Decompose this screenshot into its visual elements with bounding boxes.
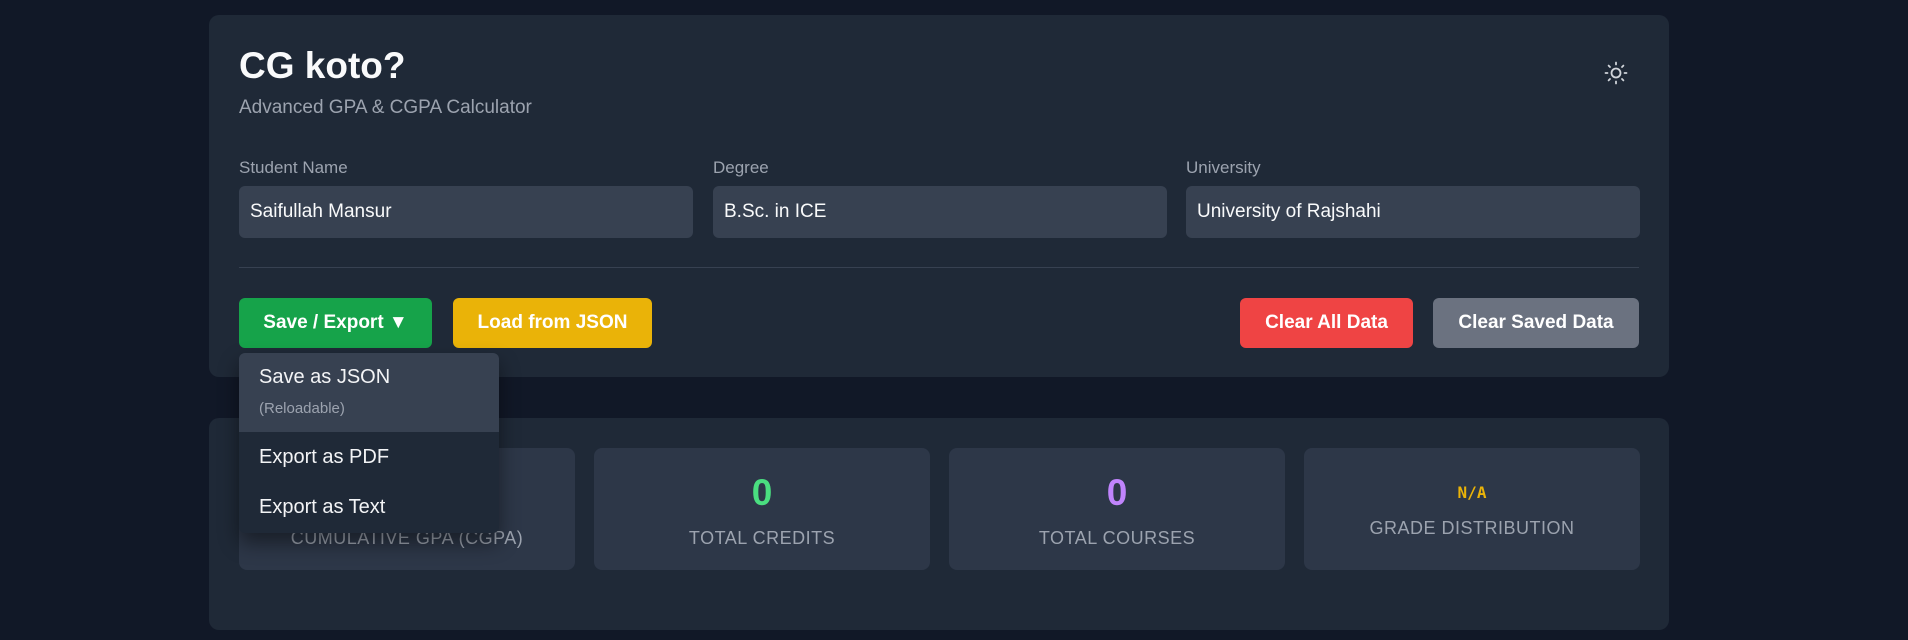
total-courses-label: Total Courses [1038,528,1196,548]
total-credits-label: Total Credits [688,528,836,548]
save-json-label: Save as JSON [259,366,391,388]
total-credits-card: 0 Total Credits [594,448,930,570]
save-export-button[interactable]: Save / Export ▼ [239,298,432,348]
degree-input[interactable] [713,186,1167,238]
student-name-label: Student Name [239,158,348,177]
load-json-button[interactable]: Load from JSON [453,298,652,348]
university-input[interactable] [1186,186,1640,238]
university-field: University [1186,158,1640,238]
degree-field: Degree [713,158,1167,238]
total-credits-value: 0 [751,472,773,513]
page-title: CG koto? [239,45,406,86]
student-name-field: Student Name [239,158,693,238]
save-json-hint: (Reloadable) [259,400,345,417]
export-pdf-label: Export as PDF [259,446,390,468]
save-export-menu: Save as JSON (Reloadable) Export as PDF … [239,353,499,533]
total-courses-value: 0 [1106,472,1128,513]
page-subtitle: Advanced GPA & CGPA Calculator [239,97,532,118]
export-text-label: Export as Text [259,496,386,518]
header-panel: CG koto? Advanced GPA & CGPA Calculator … [209,15,1669,377]
sun-icon [1604,61,1628,85]
total-courses-card: 0 Total Courses [949,448,1285,570]
clear-saved-data-button[interactable]: Clear Saved Data [1433,298,1639,348]
student-name-input[interactable] [239,186,693,238]
grade-distribution-label: Grade Distribution [1369,518,1575,538]
grade-distribution-card: N/A Grade Distribution [1304,448,1640,570]
theme-toggle-button[interactable] [1596,53,1636,93]
clear-all-data-button[interactable]: Clear All Data [1240,298,1413,348]
grade-distribution-value: N/A [1457,483,1487,502]
degree-label: Degree [713,158,769,177]
menu-item-save-json[interactable]: Save as JSON (Reloadable) [239,353,499,432]
menu-item-export-text[interactable]: Export as Text [239,482,499,533]
university-label: University [1186,158,1261,177]
section-divider [239,267,1639,268]
menu-item-export-pdf[interactable]: Export as PDF [239,432,499,482]
